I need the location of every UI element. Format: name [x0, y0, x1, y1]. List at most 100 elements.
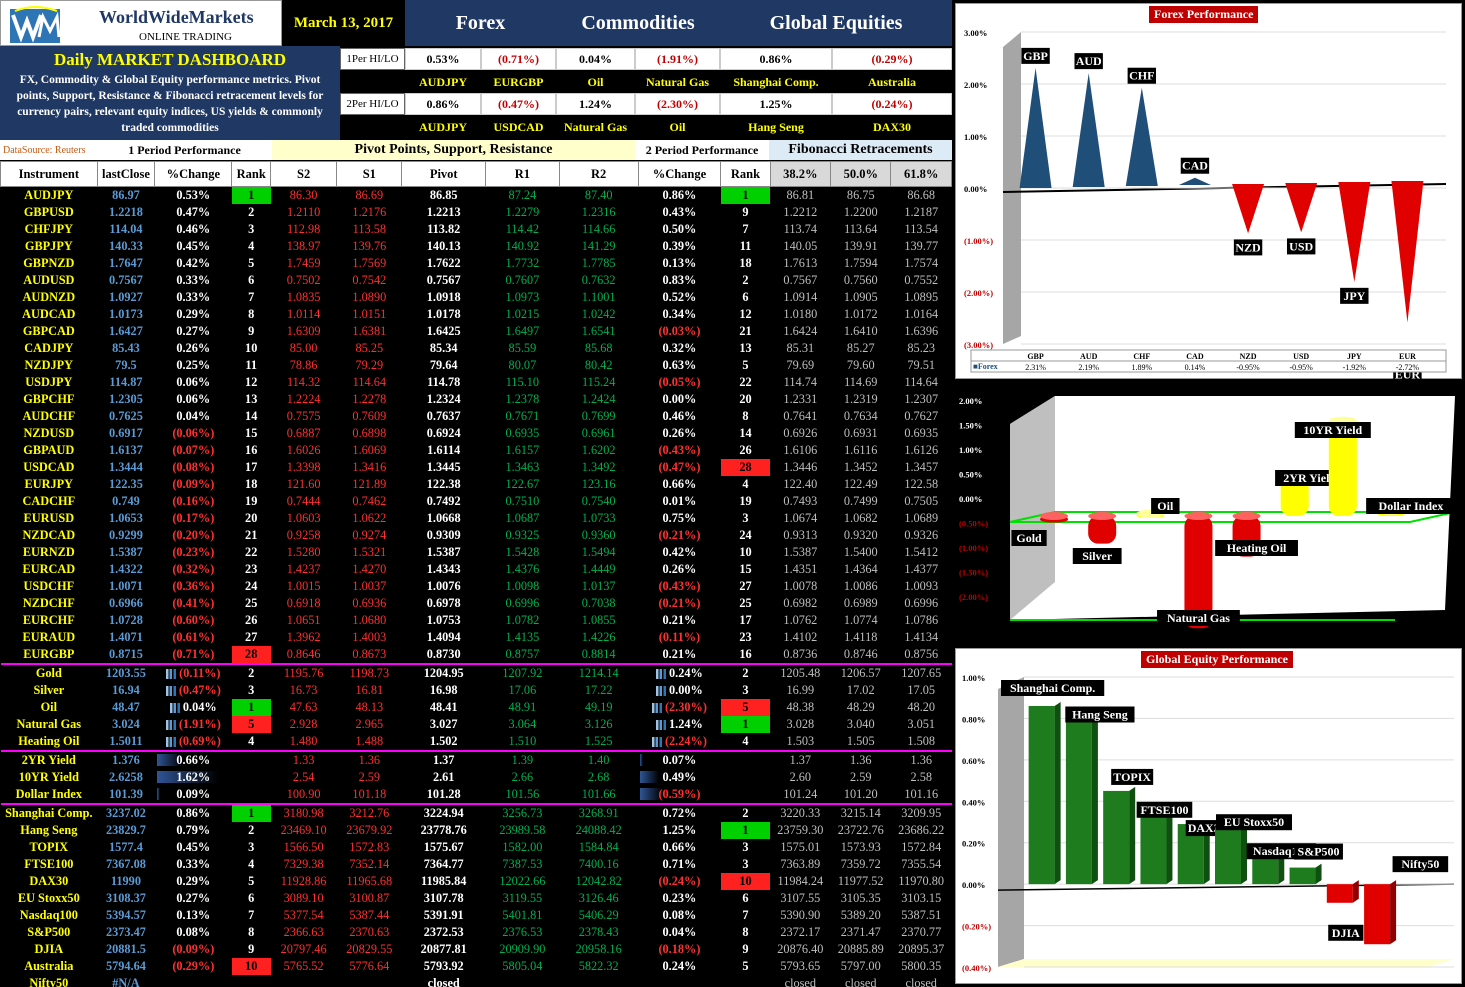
cell-value: 139.77 [904, 239, 939, 253]
table-row[interactable]: Shanghai Comp. 3237.02 0.86% 1 3180.98 3212.7… [0, 803, 952, 822]
cell-last-close: 114.87 [97, 374, 155, 391]
table-row[interactable]: TOPIX 1577.4 0.45% 3 1566.50 1572.83 1575.67 15… [1, 839, 952, 856]
cell-value: 0.00% [662, 392, 697, 406]
table-row[interactable]: GBPAUD 1.6137 (0.07%) 16 1.6026 1.6069 1.6114 1… [1, 442, 952, 459]
table-row[interactable]: DJIA 20881.5 (0.09%) 9 20797.46 20829.55 20877… [1, 941, 952, 958]
cell-value: 1203.55 [105, 666, 146, 680]
cell-value: EURJPY [24, 477, 74, 491]
cell-value: 0.24% [669, 666, 703, 680]
table-row[interactable]: AUDJPY 86.97 0.53% 1 86.30 86.69 86.85 87.24 87.… [1, 186, 952, 205]
table-row[interactable]: Oil 48.47 0.04% 1 47.63 48.13 48.41 48.91 49.19(… [1, 699, 952, 716]
cell-last-close: 86.97 [97, 187, 155, 205]
cell-fib500: 2371.47 [831, 924, 891, 941]
table-row[interactable]: EURUSD 1.0653 (0.17%) 20 1.0603 1.0622 1.0668 1… [1, 510, 952, 527]
cell-value: 0.46% [176, 222, 211, 236]
cell-rank1: 4 [232, 238, 271, 255]
cell-value: 8 [248, 925, 255, 939]
table-row[interactable]: CHFJPY 114.04 0.46% 3 112.98 113.58 113.82 114.… [1, 221, 952, 238]
table-row[interactable]: AUDNZD 1.0927 0.33% 7 1.0835 1.0890 1.0918 1.09… [1, 289, 952, 306]
cell-value: 1.0689 [904, 511, 939, 525]
table-row[interactable]: Natural Gas 3.024 (1.91%) 5 2.928 2.965 3.027 3… [1, 716, 952, 733]
table-row[interactable]: GBPNZD 1.7647 0.42% 5 1.7459 1.7569 1.7622 1.77… [1, 255, 952, 272]
table-row[interactable]: Dollar Index 101.39 0.09% 100.90 101.18 101.2… [1, 786, 952, 804]
table-row[interactable]: FTSE100 7367.08 0.33% 4 7329.38 7352.14 7364.7… [1, 856, 952, 873]
table-row[interactable]: EURNZD 1.5387 (0.23%) 22 1.5280 1.5321 1.5387 1… [1, 544, 952, 561]
table-row[interactable]: NZDCAD 0.9299 (0.20%) 21 0.9258 0.9274 0.9309 0… [1, 527, 952, 544]
cell-value: Hang Seng [20, 823, 78, 837]
table-row[interactable]: DAX30 11990 0.29% 5 11928.86 11965.68 11985.84… [1, 873, 952, 890]
cell-value: 3.064 [508, 717, 537, 731]
table-row[interactable]: NZDCHF 0.6966 (0.41%) 25 0.6918 0.6936 0.6978 0… [1, 595, 952, 612]
y-tick-label: 0.20% [962, 839, 985, 849]
table-row[interactable]: USDCHF 1.0071 (0.36%) 24 1.0015 1.0037 1.0076 1… [1, 578, 952, 595]
cell-value: 1.502 [429, 734, 458, 748]
cell-value: 16.98 [429, 683, 458, 697]
category-label: AUD [1080, 352, 1098, 361]
cell-value: (0.09%) [172, 477, 215, 491]
table-row[interactable]: USDJPY 114.87 0.06% 12 114.32 114.64 114.78 115… [1, 374, 952, 391]
cell-fib382: 1575.01 [770, 839, 830, 856]
table-row[interactable]: Gold 1203.55 (0.11%) 2 1195.76 1198.73 1204.95… [0, 663, 952, 682]
table-row[interactable]: CADCHF 0.749 (0.16%) 19 0.7444 0.7462 0.7492 0.… [1, 493, 952, 510]
table-row[interactable]: AUDCAD 1.0173 0.29% 8 1.0114 1.0151 1.0178 1.02… [1, 306, 952, 323]
table-row[interactable]: Hang Seng 23829.7 0.79% 2 23469.10 23679.92 23… [1, 822, 952, 839]
table-row[interactable]: USDCAD 1.3444 (0.08%) 17 1.3398 1.3416 1.3445 1… [1, 459, 952, 476]
cell-value: 1575.01 [780, 840, 821, 854]
p1-forex-lo: (0.71%) [481, 48, 556, 70]
cell-r1: 12022.66 [485, 873, 559, 890]
cell-rank2: 4 [721, 733, 770, 751]
table-row[interactable]: Australia 5794.64 (0.29%) 10 5765.52 5776.64 5… [1, 958, 952, 975]
table-row[interactable]: EURCAD 1.4322 (0.32%) 23 1.4237 1.4270 1.4343 1… [1, 561, 952, 578]
table-row[interactable]: GBPUSD 1.2218 0.47% 2 1.2110 1.2176 1.2213 1.22… [1, 204, 952, 221]
table-row[interactable]: EURJPY 122.35 (0.09%) 18 121.60 121.89 122.38 1… [1, 476, 952, 493]
cell-change2: 0.66% [638, 839, 721, 856]
cell-value: 79.29 [355, 358, 384, 372]
table-row[interactable]: Heating Oil 1.5011 (0.69%) 4 1.480 1.488 1.502… [1, 733, 952, 751]
cell-fib382: 7363.89 [770, 856, 830, 873]
bar-label: CAD [1182, 159, 1208, 173]
cell-last-close: 0.7625 [97, 408, 155, 425]
table-row[interactable]: 2YR Yield 1.376 0.66% 1.33 1.36 1.37 1.39 1.40 0… [0, 750, 952, 769]
cell-value: 6 [248, 273, 255, 287]
table-row[interactable]: EURAUD 1.4071 (0.61%) 27 1.3962 1.4003 1.4094 1… [1, 629, 952, 646]
cell-value: 0.86% [176, 806, 211, 820]
table-row[interactable]: EURGBP 0.8715 (0.71%) 28 0.8646 0.8673 0.8730 0… [1, 646, 952, 664]
y-tick-label: 2.00% [959, 396, 982, 406]
table-row[interactable]: GBPCHF 1.2305 0.06% 13 1.2224 1.2278 1.2324 1.2… [1, 391, 952, 408]
table-row[interactable]: EURCHF 1.0728 (0.60%) 26 1.0651 1.0680 1.0753 1… [1, 612, 952, 629]
table-row[interactable]: EU Stoxx50 3108.37 0.27% 6 3089.10 3100.87 310… [1, 890, 952, 907]
cell-fib382: 3107.55 [770, 890, 830, 907]
table-row[interactable]: AUDUSD 0.7567 0.33% 6 0.7502 0.7542 0.7567 0.76… [1, 272, 952, 289]
cell-change2: 0.83% [638, 272, 721, 289]
bar [1125, 87, 1158, 186]
table-row[interactable]: Nifty50 #N/A closed closed closed closed [1, 975, 952, 987]
cell-r1: 1.4376 [485, 561, 559, 578]
table-row[interactable]: AUDCHF 0.7625 0.04% 14 0.7575 0.7609 0.7637 0.7… [1, 408, 952, 425]
table-row[interactable]: Nasdaq100 5394.57 0.13% 7 5377.54 5387.44 5391… [1, 907, 952, 924]
cell-change1: (0.29%) [155, 958, 232, 975]
table-row[interactable]: NZDJPY 79.5 0.25% 11 78.86 79.29 79.64 80.07 80.… [1, 357, 952, 374]
cell-value: 1.4351 [783, 562, 818, 576]
cell-value: 0.07% [662, 753, 697, 767]
cell-value: 0.66% [176, 753, 211, 767]
cell-value: 5794.64 [105, 959, 146, 973]
table-row[interactable]: S&P500 2373.47 0.08% 8 2366.63 2370.63 2372.53… [1, 924, 952, 941]
cell-value: 1.488 [355, 734, 384, 748]
table-row[interactable]: Silver 16.94 (0.47%) 3 16.73 16.81 16.98 17.06 1… [1, 682, 952, 699]
cell-value: 10 [739, 545, 752, 559]
table-row[interactable]: NZDUSD 0.6917 (0.06%) 15 0.6887 0.6898 0.6924 0… [1, 425, 952, 442]
table-row[interactable]: CADJPY 85.43 0.26% 10 85.00 85.25 85.34 85.59 85… [1, 340, 952, 357]
cell-value: 101.16 [904, 787, 939, 801]
cell-value: 11977.52 [837, 874, 884, 888]
cell-pivot: 3.027 [402, 716, 486, 733]
table-row[interactable]: 10YR Yield 2.6258 1.62% 2.54 2.59 2.61 2.66 2.6… [1, 769, 952, 786]
cell-fib500: closed [831, 975, 891, 987]
cell-value: 5394.57 [105, 908, 146, 922]
table-row[interactable]: GBPJPY 140.33 0.45% 4 138.97 139.76 140.13 140.… [1, 238, 952, 255]
table-row[interactable]: GBPCAD 1.6427 0.27% 9 1.6309 1.6381 1.6425 1.64… [1, 323, 952, 340]
cell-pivot: 1.2213 [402, 204, 486, 221]
cell-value: 1.6381 [352, 324, 387, 338]
cell-s2: 1.6026 [271, 442, 337, 459]
cell-instrument: AUDJPY [1, 187, 98, 205]
cell-rank1: 6 [232, 890, 271, 907]
